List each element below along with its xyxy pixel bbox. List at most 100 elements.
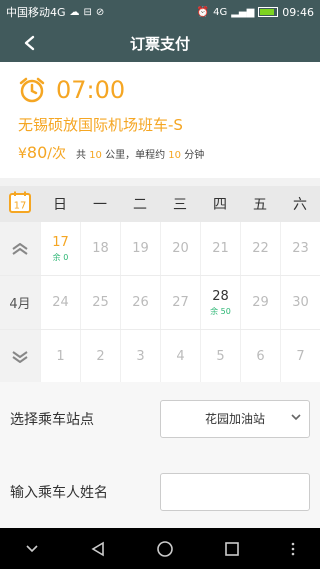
day-number: 27 [172, 295, 189, 310]
departure-time: 07:00 [56, 76, 126, 104]
calendar-day[interactable]: 18 [80, 222, 120, 275]
passenger-name-input[interactable] [160, 472, 310, 511]
trip-info: 07:00 无锡硕放国际机场班车-S ¥80/次 共 10 公里，单程约 10 … [0, 62, 320, 186]
calendar-day[interactable]: 26 [120, 276, 160, 329]
nav-recents-icon[interactable] [224, 541, 240, 557]
day-number: 22 [252, 241, 269, 256]
calendar-day[interactable]: 6 [240, 330, 280, 383]
calendar-day[interactable]: 25 [80, 276, 120, 329]
more-options-icon[interactable] [291, 542, 295, 556]
chevron-down-icon [291, 413, 301, 420]
calendar-day[interactable]: 22 [240, 222, 280, 275]
day-number: 2 [96, 349, 105, 364]
price: ¥80/次 [18, 143, 66, 163]
distance-prefix: 共 [76, 150, 86, 161]
day-number: 26 [132, 295, 149, 310]
network-type: 4G [213, 6, 228, 18]
bus-icon: ⊟ [83, 6, 92, 18]
calendar-day[interactable]: 1 [40, 330, 80, 383]
day-number: 18 [92, 241, 109, 256]
calendar-day[interactable]: 20 [160, 222, 200, 275]
clock: 09:46 [282, 5, 314, 19]
calendar-day[interactable]: 24 [40, 276, 80, 329]
seats-remaining: 余 50 [210, 306, 231, 316]
day-number: 25 [92, 295, 109, 310]
scroll-up-button[interactable] [0, 222, 40, 275]
calendar-day[interactable]: 19 [120, 222, 160, 275]
notification-icon: ⊘ [95, 6, 105, 18]
date-calendar: 17 日 一 二 三 四 五 六 17 余 0 18 19 20 21 22 23… [0, 186, 320, 384]
calendar-week-row: 4月 24 25 26 27 28 余 50 29 30 [0, 276, 320, 330]
weekday-mon: 一 [93, 197, 107, 213]
calendar-day[interactable]: 23 [280, 222, 320, 275]
booking-form: 选择乘车站点 花园加油站 输入乘车人姓名 [0, 382, 320, 528]
distance-value: 10 [89, 150, 102, 161]
calendar-day[interactable]: 27 [160, 276, 200, 329]
calendar-day[interactable]: 21 [200, 222, 240, 275]
double-chevron-down-icon [12, 350, 28, 363]
station-value: 花园加油站 [204, 412, 265, 426]
nav-home-icon[interactable] [156, 540, 174, 558]
calendar-day[interactable]: 7 [280, 330, 320, 383]
calendar-icon-day: 17 [14, 201, 27, 212]
price-unit: /次 [47, 146, 66, 162]
day-number: 19 [132, 241, 149, 256]
weekday-sun: 日 [53, 197, 67, 213]
back-button[interactable] [18, 31, 42, 55]
chevron-left-icon [24, 35, 35, 51]
day-number: 17 [52, 234, 69, 250]
calendar-day[interactable]: 17 余 0 [40, 222, 80, 275]
calendar-week-row: 17 余 0 18 19 20 21 22 23 [0, 222, 320, 276]
day-number: 20 [172, 241, 189, 256]
duration-unit: 分钟 [184, 150, 205, 161]
day-number: 3 [136, 349, 145, 364]
price-amount: 80 [26, 143, 48, 162]
calendar-day[interactable]: 3 [120, 330, 160, 383]
system-nav-bar [0, 528, 320, 569]
weather-icon: ☁ [69, 6, 80, 18]
month-label: 4月 [0, 276, 40, 329]
alarm-clock-icon [19, 77, 45, 103]
day-number: 21 [212, 241, 229, 256]
nav-back-icon[interactable] [90, 541, 106, 557]
status-bar: 中国移动4G ☁ ⊟ ⊘ ⏰ 4G ▂▄▆ 09:46 [0, 0, 320, 24]
distance-unit: 公里，单程约 [105, 150, 166, 161]
weekday-thu: 四 [213, 197, 227, 213]
weekday-wed: 三 [173, 197, 187, 213]
weekday-sat: 六 [293, 197, 307, 213]
calendar-day[interactable]: 28 余 50 [200, 276, 240, 329]
day-number: 28 [212, 288, 229, 304]
weekday-tue: 二 [133, 197, 147, 213]
currency-symbol: ¥ [18, 146, 27, 162]
day-number: 1 [56, 349, 65, 364]
station-label: 选择乘车站点 [10, 411, 94, 428]
scroll-down-button[interactable] [0, 330, 40, 383]
signal-icon: ▂▄▆ [231, 6, 255, 18]
calendar-day[interactable]: 30 [280, 276, 320, 329]
duration-value: 10 [168, 150, 182, 161]
day-number: 5 [216, 349, 225, 364]
calendar-day[interactable]: 5 [200, 330, 240, 383]
hide-keyboard-icon[interactable] [25, 544, 39, 554]
passenger-name-row: 输入乘车人姓名 [0, 455, 320, 528]
calendar-day[interactable]: 4 [160, 330, 200, 383]
day-number: 7 [296, 349, 305, 364]
battery-icon [258, 7, 279, 17]
day-number: 30 [292, 295, 309, 310]
day-number: 4 [176, 349, 185, 364]
distance-info: 共 10 公里，单程约 10 分钟 [76, 146, 204, 161]
app-header: 订票支付 [0, 24, 320, 62]
day-number: 24 [52, 295, 69, 310]
route-name: 无锡硕放国际机场班车-S [18, 116, 183, 134]
day-number: 6 [256, 349, 265, 364]
seats-remaining: 余 0 [52, 252, 69, 262]
passenger-name-label: 输入乘车人姓名 [10, 484, 108, 501]
calendar-day[interactable]: 29 [240, 276, 280, 329]
station-select[interactable]: 花园加油站 [160, 399, 310, 438]
page-title: 订票支付 [129, 34, 190, 53]
double-chevron-up-icon [12, 242, 28, 255]
calendar-day[interactable]: 2 [80, 330, 120, 383]
day-number: 23 [292, 241, 309, 256]
station-row: 选择乘车站点 花园加油站 [0, 382, 320, 455]
weekday-fri: 五 [253, 197, 267, 213]
